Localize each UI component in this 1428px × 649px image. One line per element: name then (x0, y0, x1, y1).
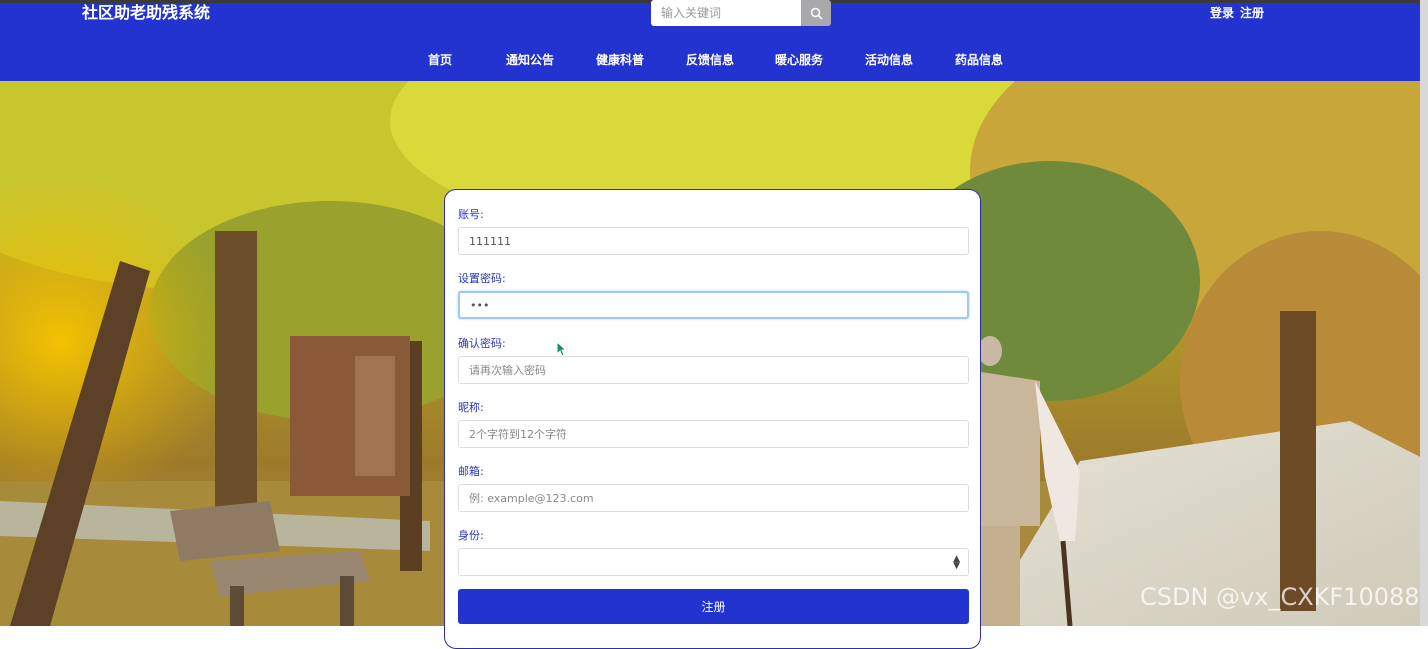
nav-item-home[interactable]: 首页 (428, 51, 452, 68)
site-title: 社区助老助残系统 (82, 3, 211, 22)
nav-item-services[interactable]: 暖心服务 (775, 51, 823, 68)
nav-item-activities[interactable]: 活动信息 (865, 51, 913, 68)
main-nav: 首页 通知公告 健康科普 反馈信息 暖心服务 活动信息 药品信息 (0, 51, 1428, 71)
nav-item-feedback[interactable]: 反馈信息 (686, 51, 734, 68)
nav-item-medicine[interactable]: 药品信息 (955, 51, 1003, 68)
email-input[interactable] (458, 484, 969, 512)
confirm-password-label: 确认密码: (458, 337, 506, 350)
nav-item-health[interactable]: 健康科普 (596, 51, 644, 68)
password-input[interactable] (458, 291, 969, 319)
search-button[interactable] (801, 0, 831, 26)
register-submit-button[interactable]: 注册 (458, 589, 969, 624)
csdn-watermark: CSDN @vx_CXKF10088 (1140, 583, 1420, 611)
register-form-card: 账号: 设置密码: 确认密码: 昵称: 邮箱: 身份: ▲▼ 注册 (444, 189, 981, 649)
identity-select[interactable]: ▲ ▼ (458, 548, 969, 576)
auth-links: 登录 注册 (1210, 4, 1270, 21)
nickname-input[interactable] (458, 420, 969, 448)
select-updown-icon: ▲ ▼ (953, 554, 960, 571)
scrollbar[interactable] (1420, 0, 1428, 626)
password-label: 设置密码: (458, 272, 506, 285)
confirm-password-input[interactable] (458, 356, 969, 384)
nickname-label: 昵称: (458, 401, 484, 414)
search-input[interactable] (651, 0, 801, 26)
search-bar (651, 0, 831, 26)
nav-item-notices[interactable]: 通知公告 (506, 51, 554, 68)
email-label: 邮箱: (458, 465, 484, 478)
account-input[interactable] (458, 227, 969, 255)
search-icon (810, 7, 823, 20)
account-label: 账号: (458, 208, 484, 221)
login-link[interactable]: 登录 (1210, 6, 1234, 20)
register-link[interactable]: 注册 (1240, 6, 1264, 20)
mouse-cursor-icon (556, 341, 568, 357)
top-header: 社区助老助残系统 登录注册 首页 通知公告 健康科普 反馈信息 暖心服务 活动信… (0, 0, 1428, 81)
identity-label: 身份: (458, 529, 484, 542)
